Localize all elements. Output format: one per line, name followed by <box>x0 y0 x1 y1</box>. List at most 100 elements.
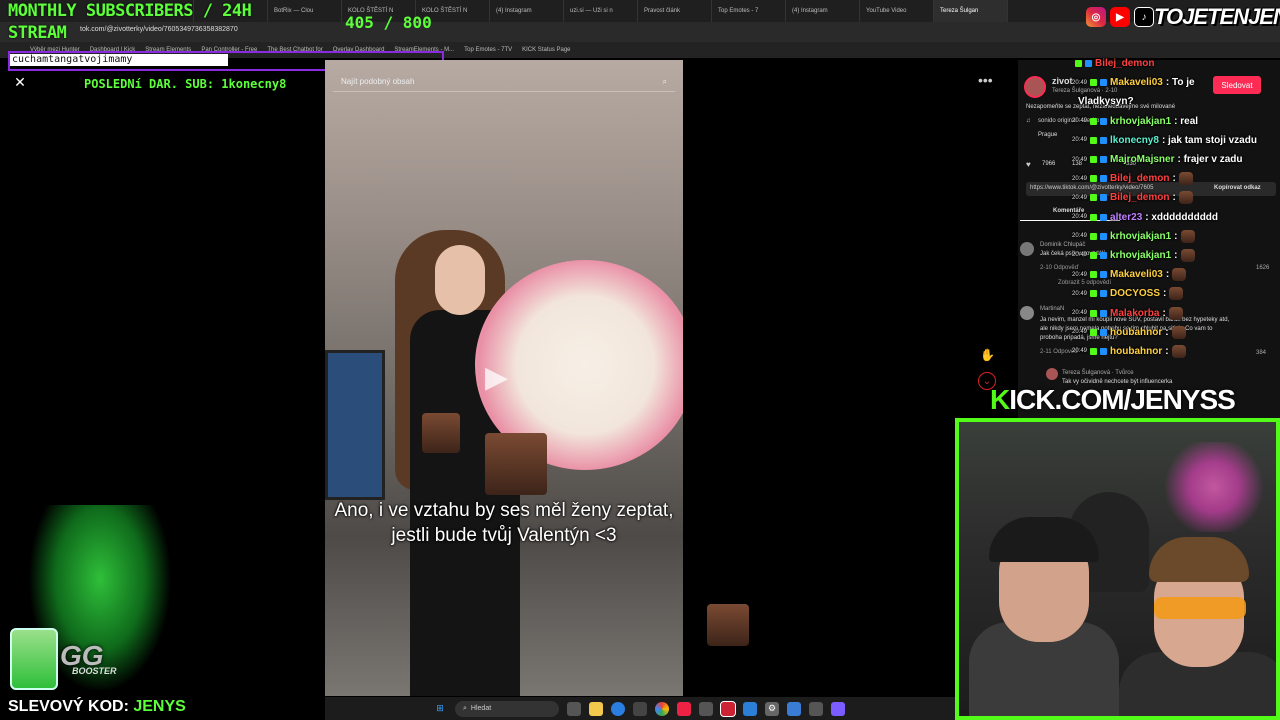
chat-username[interactable]: DOCYOSS <box>1110 288 1160 299</box>
taskbar-search[interactable]: ⌕ Hledat <box>455 700 559 717</box>
task-view-icon[interactable] <box>567 701 581 716</box>
chat-text: : <box>1165 269 1170 281</box>
browser-tab[interactable]: (4) Instagram <box>490 0 564 22</box>
chat-username[interactable]: Makaveli03 <box>1110 77 1163 88</box>
emote-image <box>485 433 547 495</box>
chat-message: 20:49 lkonecny8: jak tam stoji vzadu <box>1072 131 1280 150</box>
browser-tab[interactable]: YouTube Video <box>860 0 934 22</box>
chat-username[interactable]: krhovjakjan1 <box>1110 231 1171 242</box>
chrome-icon[interactable] <box>655 701 669 716</box>
browser-tab[interactable]: Pravost článk <box>638 0 712 22</box>
chat-text: : <box>1163 288 1167 300</box>
avatar[interactable] <box>1020 306 1034 320</box>
chat-username[interactable]: lkonecny8 <box>1110 135 1159 146</box>
badge-icon <box>1100 194 1108 202</box>
edge-icon[interactable] <box>611 701 625 716</box>
store-icon[interactable] <box>633 701 647 716</box>
chat-text: : <box>1174 230 1178 242</box>
badge-icon <box>1090 136 1098 144</box>
avatar[interactable] <box>1024 76 1046 98</box>
app-icon[interactable] <box>699 701 713 716</box>
chat-message: 20:49 krhovjakjan1: real <box>1072 112 1280 131</box>
tiktok-author[interactable]: zivot <box>1052 76 1073 86</box>
folder-icon[interactable] <box>589 701 603 716</box>
chat-username[interactable]: MajroMajsner <box>1110 154 1174 165</box>
play-icon[interactable]: ▶ <box>485 360 521 396</box>
chat-username[interactable]: houbahnor <box>1110 346 1162 357</box>
chat-text: : real <box>1174 115 1199 127</box>
chat-text: : jak tam stoji vzadu <box>1161 134 1257 146</box>
chat-text: : <box>1165 345 1169 357</box>
discord-icon[interactable] <box>831 701 845 716</box>
chat-timestamp: 20:49 <box>1072 310 1088 317</box>
comment-user[interactable]: Tereza Šulganová · Tvůrce <box>1062 370 1134 376</box>
browser-tab[interactable]: uzi.si — Uži si n <box>564 0 638 22</box>
badge-icon <box>1090 290 1098 298</box>
cursor-icon: ✋ <box>980 348 995 362</box>
notes-icon[interactable] <box>743 701 757 716</box>
chat-timestamp: 20:49 <box>1072 194 1088 201</box>
chat-message: 20:49 Bilej_demon: <box>1072 188 1280 207</box>
tiktok-video[interactable]: ▶ Ano, i ve vztahu by ses měl ženy zepta… <box>325 60 683 696</box>
browser-tab[interactable]: BotRix — Clou <box>268 0 342 22</box>
search-input[interactable]: Najít podobný obsah <box>341 77 414 86</box>
badge-icon <box>1100 251 1108 259</box>
search-icon: ⌕ <box>463 704 467 712</box>
video-subtitle: Ano, i ve vztahu by ses měl ženy zeptat,… <box>334 500 674 546</box>
tiktok-icon: ♪ <box>1134 7 1154 27</box>
browser-tab[interactable]: (4) Instagram <box>786 0 860 22</box>
chat-timestamp: 20:49 <box>1072 137 1088 144</box>
sponsor-can <box>10 628 58 690</box>
person-2-hair <box>1149 537 1249 582</box>
chat-username[interactable]: krhovjakjan1 <box>1110 250 1171 261</box>
chat-emote <box>1169 287 1184 301</box>
badge-icon <box>1090 271 1098 279</box>
chat-emote <box>1180 248 1195 262</box>
obs-icon[interactable] <box>720 700 736 717</box>
badge-icon <box>1100 117 1108 125</box>
bookmark-item[interactable]: KICK Status Page <box>522 47 570 53</box>
chat-message: 20:49 alter23: xdddddddddd <box>1072 208 1280 227</box>
avatar[interactable] <box>1046 368 1058 380</box>
badge-icon <box>1100 213 1108 221</box>
chat-username[interactable]: Bilej_demon <box>1110 192 1169 203</box>
chat-username[interactable]: houbahnor <box>1110 327 1162 338</box>
badge-icon <box>1090 251 1098 259</box>
bookmark-item[interactable]: Top Emotes - 7TV <box>464 47 512 53</box>
ticker-text: cuchamtangatvojimamy <box>10 54 228 66</box>
browser-tab[interactable]: Top Emotes - 7 <box>712 0 786 22</box>
search-bar[interactable]: Najít podobný obsah ⌕ <box>333 72 675 92</box>
booster-logo: BOOSTER <box>72 666 117 676</box>
avatar[interactable] <box>1020 242 1034 256</box>
windows-start-icon[interactable]: ⊞ <box>433 702 447 716</box>
more-icon[interactable]: ••• <box>978 72 993 88</box>
chat-emote <box>1171 325 1186 339</box>
chat-username[interactable]: Makaveli03 <box>1110 269 1163 280</box>
badge-icon <box>1100 232 1108 240</box>
badge-icon <box>1085 60 1092 68</box>
app-icon[interactable] <box>677 701 691 716</box>
badge-icon <box>1100 136 1108 144</box>
badge-icon <box>1100 309 1108 317</box>
browser-tab[interactable]: Tereza Šulgan <box>934 0 1008 22</box>
comment-user[interactable]: MartinaN <box>1040 306 1064 312</box>
chat-username[interactable]: krhovjakjan1 <box>1110 116 1171 127</box>
chat-message: 20:49 MajroMajsner: frajer v zadu <box>1072 150 1280 169</box>
settings-icon[interactable]: ⚙ <box>765 701 779 716</box>
chat-username[interactable]: alter23 <box>1110 212 1142 223</box>
chat-timestamp: 20:49 <box>1072 156 1088 163</box>
chat-username[interactable]: Malakorba <box>1110 308 1159 319</box>
heart-icon[interactable]: ♥ <box>1026 160 1031 169</box>
chat-username[interactable]: Bilej_demon <box>1095 58 1154 69</box>
app-icon[interactable] <box>787 701 801 716</box>
chat-username[interactable]: Bilej_demon <box>1110 173 1169 184</box>
taskbar: ⊞ ⌕ Hledat ⚙ <box>325 697 955 720</box>
tiktok-location[interactable]: Prague <box>1038 132 1057 138</box>
app-icon[interactable] <box>809 701 823 716</box>
chat-message: 20:49 houbahnor: <box>1072 323 1280 342</box>
monthly-subs-label: MONTHLY SUBSCRIBERS / 24H STREAM <box>8 0 252 44</box>
search-icon[interactable]: ⌕ <box>663 77 667 87</box>
last-sub-label: POSLEDNí DAR. SUB: 1konecny8 <box>84 77 287 91</box>
social-icons: ◎ ▶ ♪ <box>1086 7 1154 27</box>
close-icon[interactable]: ✕ <box>10 72 30 92</box>
